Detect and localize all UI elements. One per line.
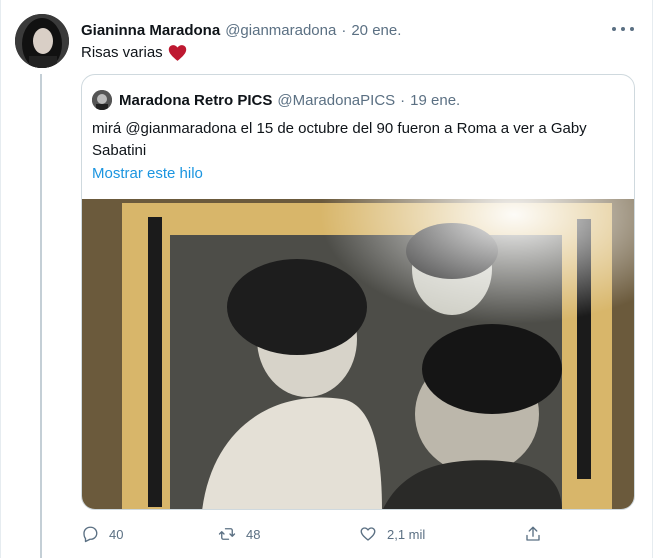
quoted-photo[interactable] [82, 199, 634, 509]
show-thread-link[interactable]: Mostrar este hilo [92, 165, 203, 182]
tweet-actions: 40 48 2,1 mil [81, 520, 561, 548]
retweet-count: 48 [246, 526, 261, 542]
reply-count: 40 [109, 526, 124, 542]
quoted-header: Maradona Retro PICS @MaradonaPICS · 19 e… [92, 88, 460, 112]
tweet-body: Risas varias [81, 44, 163, 61]
tweet[interactable]: Gianinna Maradona @gianmaradona · 20 ene… [0, 0, 653, 558]
retweet-button[interactable]: 48 [218, 520, 260, 548]
quoted-avatar [92, 90, 112, 110]
like-count: 2,1 mil [387, 526, 426, 542]
tweet-header: Gianinna Maradona @gianmaradona · 20 ene… [81, 18, 401, 42]
avatar[interactable] [15, 14, 69, 68]
reply-button[interactable]: 40 [81, 520, 123, 548]
retweet-icon [218, 528, 236, 540]
like-button[interactable]: 2,1 mil [359, 520, 425, 548]
quoted-text: mirá @gianmaradona el 15 de octubre del … [92, 120, 587, 159]
reply-icon [83, 526, 98, 543]
author-handle[interactable]: @gianmaradona [225, 22, 336, 39]
more-icon[interactable] [612, 20, 634, 38]
quoted-tweet[interactable]: Maradona Retro PICS @MaradonaPICS · 19 e… [81, 74, 635, 510]
separator: · [341, 21, 347, 39]
tweet-date[interactable]: 20 ene. [351, 22, 401, 39]
separator: · [400, 91, 406, 109]
quoted-date: 19 ene. [410, 91, 461, 109]
share-button[interactable] [524, 520, 552, 548]
quoted-author-handle: @MaradonaPICS [277, 91, 396, 109]
quoted-author-name: Maradona Retro PICS [119, 91, 273, 109]
share-icon [526, 526, 540, 541]
heart-emoji-icon [168, 45, 186, 61]
tweet-text: Risas varias [81, 43, 187, 63]
thread-line [40, 74, 42, 558]
author-name[interactable]: Gianinna Maradona [81, 22, 220, 39]
like-icon [360, 527, 376, 541]
